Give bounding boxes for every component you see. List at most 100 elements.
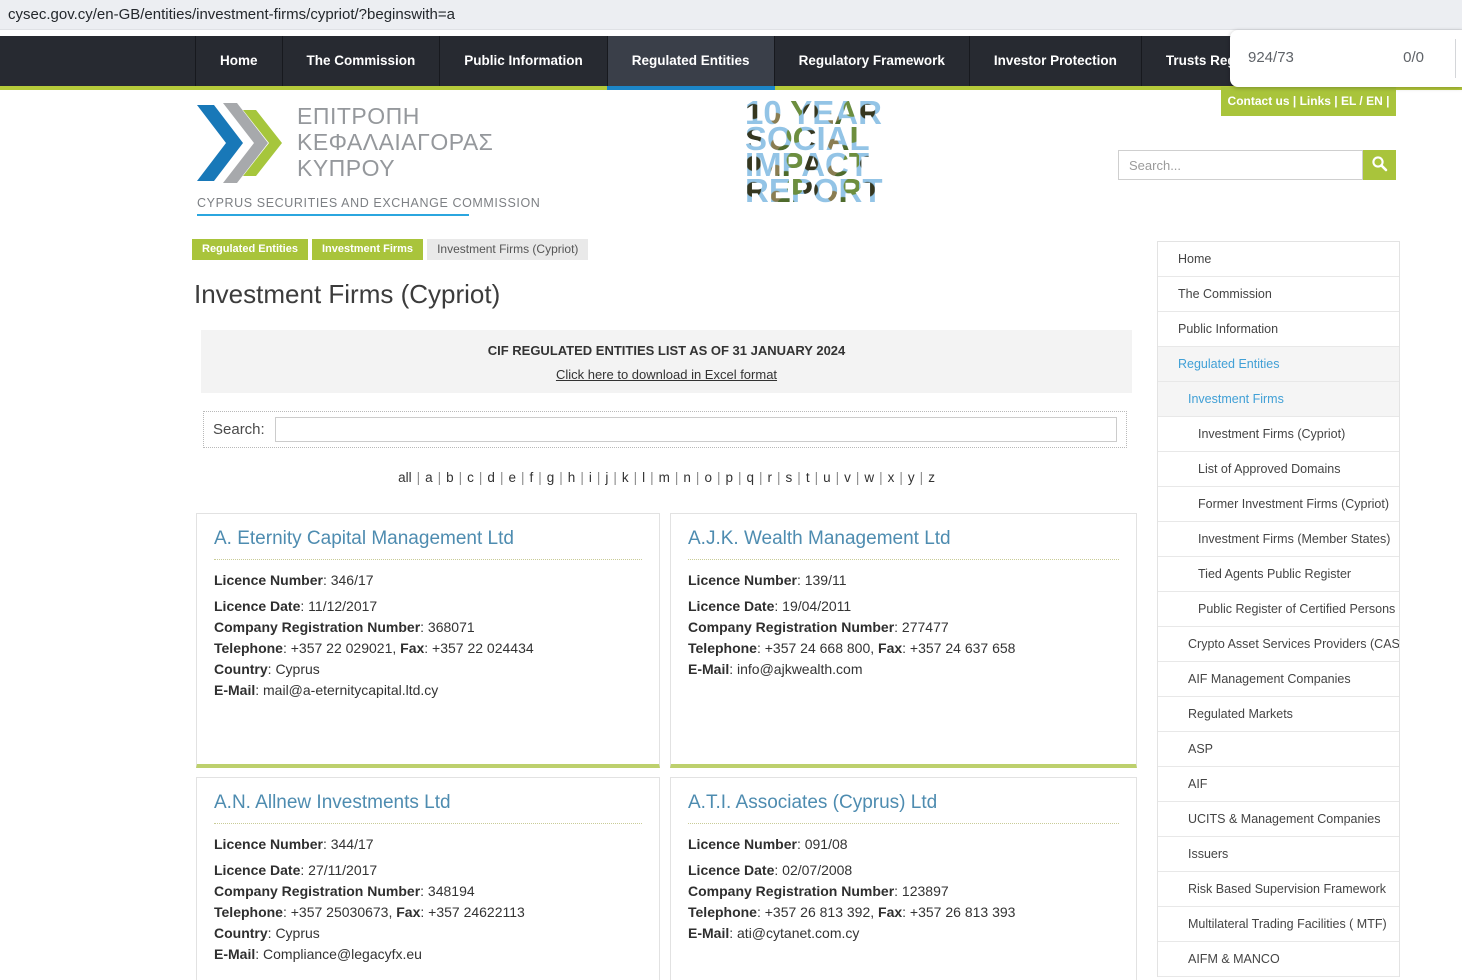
sidebar-item-aif[interactable]: AIF xyxy=(1158,767,1399,802)
cysec-logo[interactable]: ΕΠΙΤΡΟΠΗ ΚΕΦΑΛΑΙΑΓΟΡΑΣ ΚΥΠΡΟΥ CYPRUS SEC… xyxy=(197,103,540,216)
firm-field: Licence Number: 344/17 xyxy=(214,836,374,852)
sidebar-item-investment-firms-member-states[interactable]: Investment Firms (Member States) xyxy=(1158,522,1399,557)
sidebar-item-asp[interactable]: ASP xyxy=(1158,732,1399,767)
sidebar-item-public-register-of-certified-persons[interactable]: Public Register of Certified Persons xyxy=(1158,592,1399,627)
alphabet-separator: | xyxy=(814,470,819,485)
social-impact-report-banner[interactable]: 10 YEAR SOCIAL IMPACT REPORT xyxy=(745,100,895,204)
firm-field: Country: Cyprus xyxy=(214,925,320,941)
page-url: cysec.gov.cy/en-GB/entities/investment-f… xyxy=(8,6,455,23)
alphabet-separator: | xyxy=(695,470,700,485)
firm-field: Telephone: +357 22 029021, Fax: +357 22 … xyxy=(214,640,534,656)
alphabet-link-e[interactable]: e xyxy=(507,470,517,485)
firm-field: Licence Number: 346/17 xyxy=(214,572,374,588)
firm-field: Licence Number: 139/11 xyxy=(688,572,847,588)
sidebar-item-investment-firms[interactable]: Investment Firms xyxy=(1158,382,1399,417)
firm-name-link[interactable]: A.N. Allnew Investments Ltd xyxy=(214,792,642,824)
sidebar-item-multilateral-trading-facilities-mtf[interactable]: Multilateral Trading Facilities ( MTF) xyxy=(1158,907,1399,942)
alphabet-link-v[interactable]: v xyxy=(843,470,852,485)
alphabet-link-d[interactable]: d xyxy=(486,470,496,485)
alphabet-link-m[interactable]: m xyxy=(658,470,671,485)
firm-field-label: Fax xyxy=(878,904,903,920)
alphabet-separator: | xyxy=(580,470,584,485)
alphabet-link-p[interactable]: p xyxy=(724,470,734,485)
nav-item-the-commission[interactable]: The Commission xyxy=(281,36,440,86)
sidebar-item-crypto-asset-services-providers-casp[interactable]: Crypto Asset Services Providers (CASP) xyxy=(1158,627,1399,662)
firm-field-label: Country xyxy=(214,661,268,677)
firm-card: A. Eternity Capital Management Ltd Licenc… xyxy=(196,513,660,768)
firm-name-link[interactable]: A. Eternity Capital Management Ltd xyxy=(214,528,642,560)
browser-url-bar[interactable]: cysec.gov.cy/en-GB/entities/investment-f… xyxy=(0,0,1462,30)
sidebar-item-the-commission[interactable]: The Commission xyxy=(1158,277,1399,312)
sidebar-item-regulated-markets[interactable]: Regulated Markets xyxy=(1158,697,1399,732)
alphabet-link-b[interactable]: b xyxy=(445,470,455,485)
entity-search-label: Search: xyxy=(213,421,265,438)
firm-field-label: Telephone xyxy=(214,640,283,656)
nav-item-investor-protection[interactable]: Investor Protection xyxy=(968,36,1141,86)
entity-search-input[interactable] xyxy=(274,417,1117,442)
sidebar-item-home[interactable]: Home xyxy=(1158,242,1399,277)
excel-download-link[interactable]: Click here to download in Excel format xyxy=(556,367,777,382)
alphabet-separator: | xyxy=(559,470,563,485)
alphabet-link-a[interactable]: a xyxy=(424,470,434,485)
alphabet-link-u[interactable]: u xyxy=(822,470,832,485)
firm-field-label: Telephone xyxy=(688,904,757,920)
alphabet-link-q[interactable]: q xyxy=(746,470,756,485)
nav-item-home[interactable]: Home xyxy=(195,36,282,86)
firm-field-label: Company Registration Number xyxy=(688,619,895,635)
sidebar-item-tied-agents-public-register[interactable]: Tied Agents Public Register xyxy=(1158,557,1399,592)
alphabet-link-z[interactable]: z xyxy=(927,470,936,485)
alphabet-link-c[interactable]: c xyxy=(466,470,475,485)
nav-item-regulated-entities[interactable]: Regulated Entities xyxy=(606,36,775,90)
sidebar-item-aifm-manco[interactable]: AIFM & MANCO xyxy=(1158,942,1399,977)
site-search-button[interactable] xyxy=(1363,150,1396,180)
sidebar-item-regulated-entities[interactable]: Regulated Entities xyxy=(1158,347,1399,382)
header-quick-links[interactable]: Contact us | Links | EL / EN | xyxy=(1221,87,1396,116)
sidebar-item-risk-based-supervision-framework[interactable]: Risk Based Supervision Framework xyxy=(1158,872,1399,907)
firm-field-label: Country xyxy=(214,925,268,941)
alphabet-separator: | xyxy=(596,470,601,485)
alphabet-link-s[interactable]: s xyxy=(785,470,794,485)
alphabet-link-k[interactable]: k xyxy=(621,470,630,485)
sidebar-item-public-information[interactable]: Public Information xyxy=(1158,312,1399,347)
sidebar-item-investment-firms-cypriot[interactable]: Investment Firms (Cypriot) xyxy=(1158,417,1399,452)
sidebar-item-former-investment-firms-cypriot[interactable]: Former Investment Firms (Cypriot) xyxy=(1158,487,1399,522)
firm-field-label: Telephone xyxy=(688,640,757,656)
firm-field: Licence Date: 02/07/2008 xyxy=(688,862,853,878)
firm-field: E-Mail: Compliance@legacyfx.eu xyxy=(214,946,422,962)
alphabet-link-y[interactable]: y xyxy=(907,470,916,485)
find-in-page-bar[interactable]: 924/73 0/0 xyxy=(1230,30,1462,87)
sidebar-item-aif-management-companies[interactable]: AIF Management Companies xyxy=(1158,662,1399,697)
firm-field: Licence Date: 11/12/2017 xyxy=(214,598,378,614)
alphabet-separator: | xyxy=(919,470,924,485)
firm-field-label: Telephone xyxy=(214,904,283,920)
sidebar-item-ucits-management-companies[interactable]: UCITS & Management Companies xyxy=(1158,802,1399,837)
page-title: Investment Firms (Cypriot) xyxy=(194,279,501,309)
alphabet-link-t[interactable]: t xyxy=(805,470,811,485)
cysec-logo-icon xyxy=(197,103,283,188)
firm-card: A.J.K. Wealth Management Ltd Licence Numb… xyxy=(670,513,1137,768)
firm-card: A.N. Allnew Investments Ltd Licence Numbe… xyxy=(196,777,660,980)
find-count: 924/73 xyxy=(1248,49,1294,66)
alphabet-link-w[interactable]: w xyxy=(863,470,875,485)
firm-field: Telephone: +357 24 668 800, Fax: +357 24… xyxy=(688,640,1016,656)
alphabet-link-all[interactable]: all xyxy=(397,470,413,485)
sidebar-item-list-of-approved-domains[interactable]: List of Approved Domains xyxy=(1158,452,1399,487)
sidebar-item-issuers[interactable]: Issuers xyxy=(1158,837,1399,872)
breadcrumb-investment-firms-cypriot[interactable]: Investment Firms (Cypriot) xyxy=(427,239,589,260)
firm-field-label: Fax xyxy=(396,904,421,920)
alphabet-link-o[interactable]: o xyxy=(703,470,713,485)
breadcrumb-investment-firms[interactable]: Investment Firms xyxy=(311,239,424,260)
firm-name-link[interactable]: A.T.I. Associates (Cyprus) Ltd xyxy=(688,792,1119,824)
site-search-input[interactable] xyxy=(1118,150,1363,180)
find-bar-divider xyxy=(1455,39,1456,78)
alphabet-link-n[interactable]: n xyxy=(682,470,692,485)
alphabet-separator: | xyxy=(478,470,483,485)
nav-item-public-information[interactable]: Public Information xyxy=(439,36,607,86)
alphabet-link-h[interactable]: h xyxy=(567,470,577,485)
breadcrumb-regulated-entities[interactable]: Regulated Entities xyxy=(192,239,308,260)
firm-field-label: Company Registration Number xyxy=(688,883,895,899)
alphabet-link-g[interactable]: g xyxy=(546,470,556,485)
firm-name-link[interactable]: A.J.K. Wealth Management Ltd xyxy=(688,528,1119,560)
nav-item-regulatory-framework[interactable]: Regulatory Framework xyxy=(773,36,969,86)
firm-field-label: Company Registration Number xyxy=(214,619,421,635)
